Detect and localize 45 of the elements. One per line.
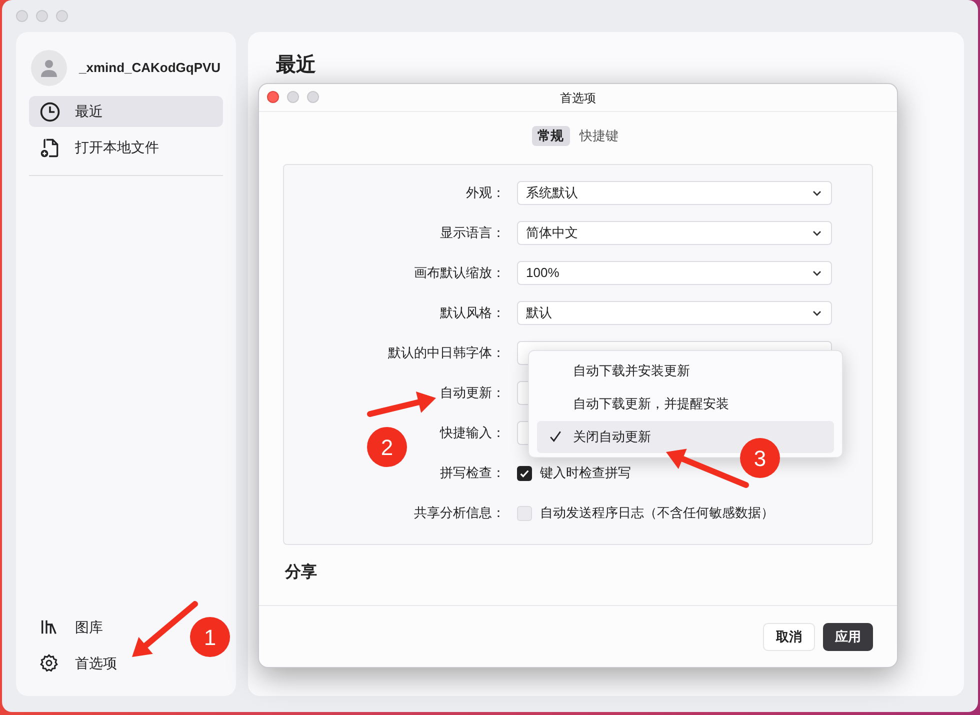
minimize-control[interactable] <box>36 10 48 22</box>
setting-label: 显示语言： <box>440 224 505 242</box>
avatar[interactable] <box>31 50 67 86</box>
setting-label: 自动更新： <box>440 384 505 402</box>
person-icon <box>39 58 59 78</box>
dropdown-select[interactable]: 系统默认 <box>517 181 832 205</box>
checkbox[interactable] <box>517 506 532 520</box>
tab[interactable]: 常规 <box>532 126 570 146</box>
user-name: _xmind_CAKodGqPVU <box>79 59 221 78</box>
annotation-arrow <box>132 601 198 657</box>
annotation-arrow <box>367 392 436 417</box>
menu-item[interactable]: 自动下载并安装更新 <box>537 355 834 387</box>
checkmark-icon <box>549 430 562 443</box>
menu-item[interactable]: 自动下载更新，并提醒安装 <box>537 388 834 420</box>
checkmark-icon <box>519 468 530 478</box>
settings-icon <box>39 653 59 673</box>
dropdown-select[interactable]: 简体中文 <box>517 221 832 245</box>
zoom-control[interactable] <box>56 10 68 22</box>
setting-label: 共享分析信息： <box>414 504 505 522</box>
section-heading: 分享 <box>285 562 318 583</box>
close-control[interactable] <box>267 91 279 103</box>
checkbox-label: 自动发送程序日志（不含任何敏感数据） <box>540 504 774 522</box>
checkbox-label: 键入时检查拼写 <box>540 464 631 482</box>
setting-label: 默认的中日韩字体： <box>388 344 505 362</box>
zoom-control[interactable] <box>307 91 319 103</box>
sidebar-item[interactable]: 最近 <box>29 96 223 127</box>
dropdown-select[interactable]: 100% <box>517 261 832 285</box>
setting-label: 外观： <box>466 184 505 202</box>
sidebar-item[interactable]: 首选项 <box>29 648 127 678</box>
sidebar-item[interactable]: 图库 <box>29 612 113 642</box>
minimize-control[interactable] <box>287 91 299 103</box>
tab[interactable]: 快捷键 <box>574 126 624 146</box>
setting-label: 画布默认缩放： <box>414 264 505 282</box>
cancel-button[interactable]: 取消 <box>763 622 815 650</box>
file-add-icon <box>39 136 61 158</box>
dropdown-select[interactable]: 默认 <box>517 301 832 325</box>
setting-label: 拼写检查： <box>440 464 505 482</box>
checkbox[interactable] <box>517 466 532 480</box>
clock-icon <box>39 100 61 122</box>
apply-button[interactable]: 应用 <box>823 622 873 650</box>
setting-label: 默认风格： <box>440 304 505 322</box>
setting-label: 快捷输入： <box>440 424 505 442</box>
sidebar-item[interactable]: 打开本地文件 <box>29 132 223 163</box>
dialog-title: 首选项 <box>560 90 596 106</box>
page-title: 最近 <box>276 53 317 78</box>
